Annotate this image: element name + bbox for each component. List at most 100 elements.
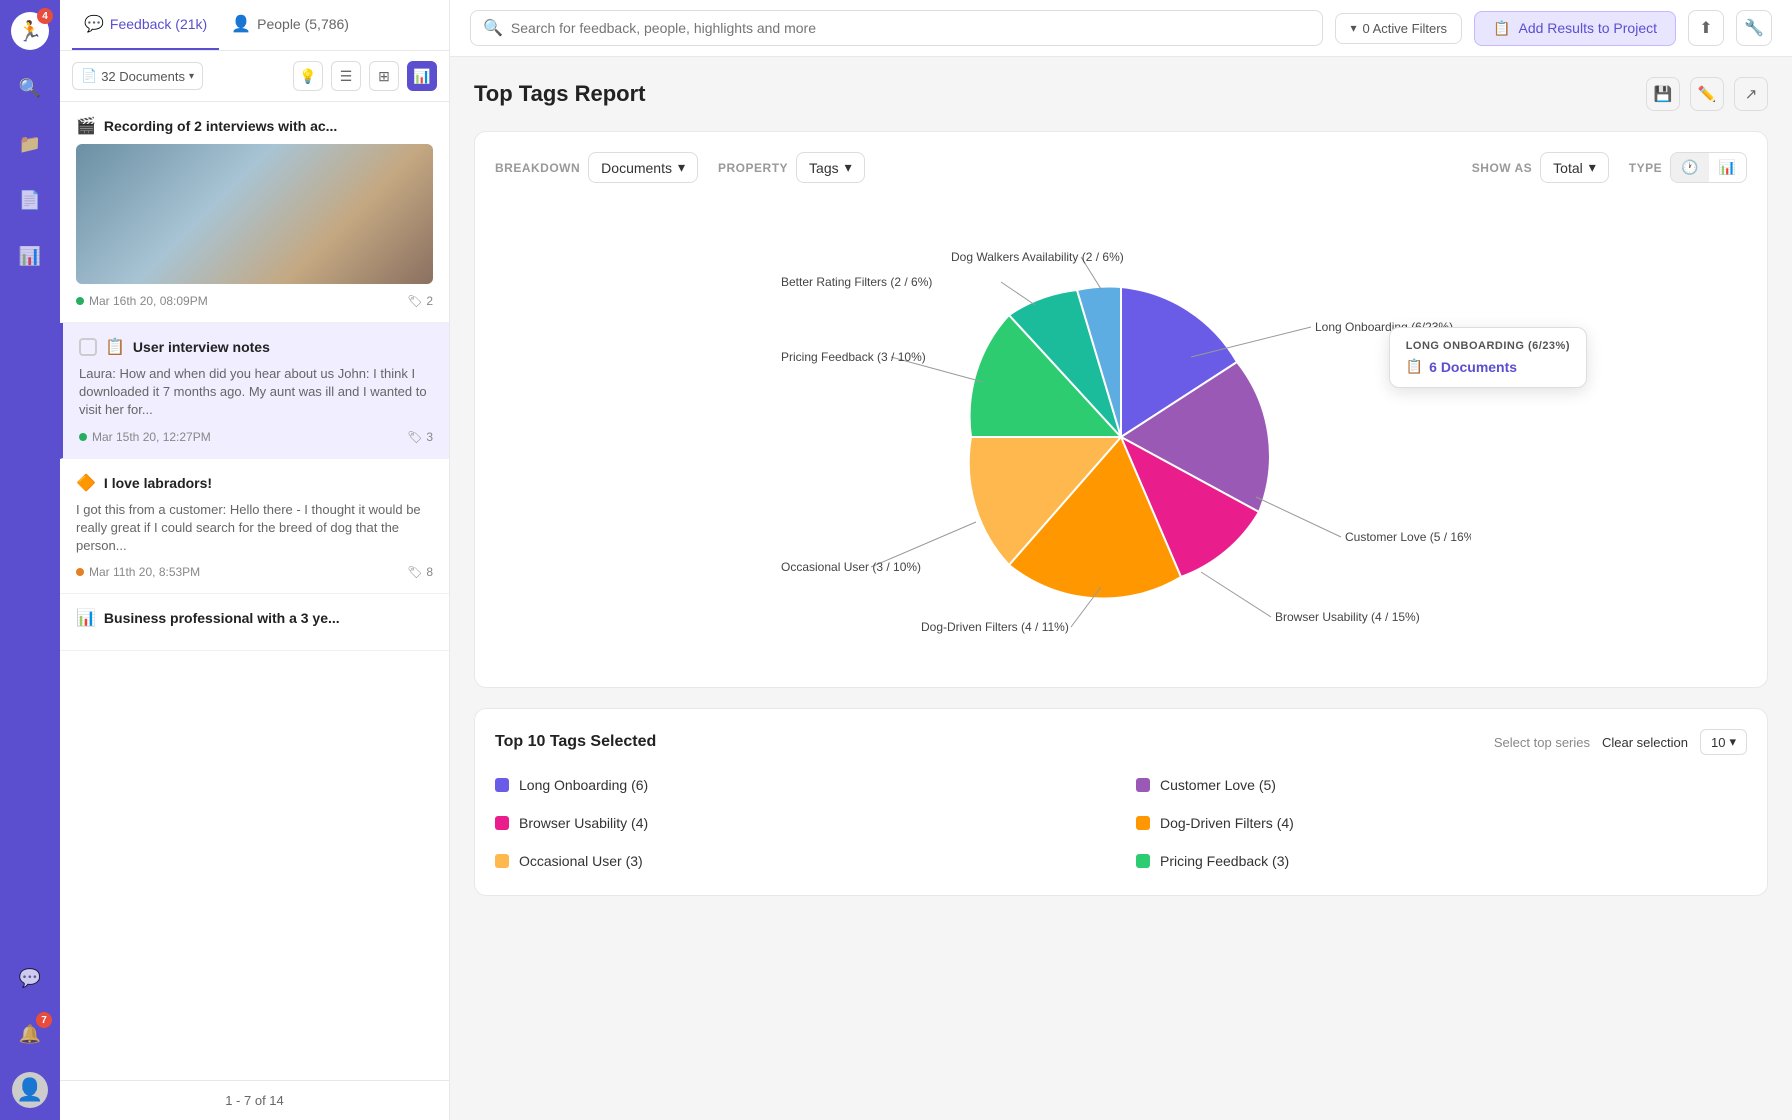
doc-count-chevron: ▾ <box>189 71 194 82</box>
type-group: TYPE 🕐 📊 <box>1629 152 1747 183</box>
item-checkbox[interactable] <box>79 338 97 356</box>
save-report-btn[interactable]: 💾 <box>1646 77 1680 111</box>
breakdown-chevron: ▾ <box>678 159 685 176</box>
nav-logo-badge: 4 <box>37 8 53 24</box>
tag-color <box>1136 854 1150 868</box>
type-pie-btn[interactable]: 🕐 <box>1671 153 1708 182</box>
pie-chart: Long Onboarding (6/23%) Customer Love (5… <box>771 227 1471 647</box>
tag-row: Dog-Driven Filters (4) <box>1136 809 1747 837</box>
settings-btn[interactable]: 🔧 <box>1736 10 1772 46</box>
tag-row: Occasional User (3) <box>495 847 1106 875</box>
report-area: Top Tags Report 💾 ✏️ ↗ BREAKDOWN Documen… <box>450 57 1792 1120</box>
left-nav: 🏃 4 🔍 📁 📄 📊 💬 🔔 7 👤 <box>0 0 60 1120</box>
svg-text:Browser Usability (4 / 15%): Browser Usability (4 / 15%) <box>1275 610 1420 624</box>
tag-color <box>1136 778 1150 792</box>
sidebar-toolbar: 📄 32 Documents ▾ 💡 ☰ ⊞ 📊 <box>60 51 449 102</box>
top-count-chevron: ▾ <box>1729 734 1736 750</box>
svg-text:Better Rating Filters (2 / 6%): Better Rating Filters (2 / 6%) <box>781 275 932 289</box>
tag-row: Browser Usability (4) <box>495 809 1106 837</box>
tag-name: Dog-Driven Filters (4) <box>1160 815 1294 831</box>
search-input[interactable] <box>511 20 1311 36</box>
item-icon-labs: 🔶 <box>76 473 96 493</box>
breakdown-select[interactable]: Documents ▾ <box>588 152 698 183</box>
property-select[interactable]: Tags ▾ <box>796 152 865 183</box>
tag-name: Browser Usability (4) <box>519 815 648 831</box>
view-highlight-btn[interactable]: 💡 <box>293 61 323 91</box>
doc-count-btn[interactable]: 📄 32 Documents ▾ <box>72 62 203 90</box>
show-as-group: SHOW AS Total ▾ <box>1472 152 1609 183</box>
nav-notification-wrap: 🔔 7 <box>12 1016 48 1052</box>
svg-text:Pricing Feedback (3 / 10%): Pricing Feedback (3 / 10%) <box>781 350 926 364</box>
tag-name: Occasional User (3) <box>519 853 643 869</box>
svg-text:Dog Walkers Availability (2 /: Dog Walkers Availability (2 / 6%) <box>951 250 1124 264</box>
report-header: Top Tags Report 💾 ✏️ ↗ <box>474 77 1768 111</box>
property-chevron: ▾ <box>845 159 852 176</box>
list-item[interactable]: 🔶 I love labradors! I got this from a cu… <box>60 459 449 595</box>
svg-text:Customer Love (5 / 16%): Customer Love (5 / 16%) <box>1345 530 1471 544</box>
top-count-select[interactable]: 10 ▾ <box>1700 729 1747 755</box>
item-body: I got this from a customer: Hello there … <box>76 501 433 556</box>
item-header: 📊 Business professional with a 3 ye... <box>76 608 433 628</box>
share-report-btn[interactable]: ↗ <box>1734 77 1768 111</box>
nav-folder-icon[interactable]: 📁 <box>12 126 48 162</box>
chart-controls: BREAKDOWN Documents ▾ PROPERTY Tags ▾ SH… <box>495 152 1747 183</box>
item-title: Business professional with a 3 ye... <box>104 610 433 626</box>
active-filters-btn[interactable]: ▾ 0 Active Filters <box>1335 13 1462 44</box>
edit-report-btn[interactable]: ✏️ <box>1690 77 1724 111</box>
tag-row: Long Onboarding (6) <box>495 771 1106 799</box>
status-dot <box>76 297 84 305</box>
pie-chart-container: Long Onboarding (6/23%) Customer Love (5… <box>495 207 1747 667</box>
item-body: Laura: How and when did you hear about u… <box>79 365 433 420</box>
property-group: PROPERTY Tags ▾ <box>718 152 865 183</box>
nav-feedback-icon[interactable]: 💬 <box>12 960 48 996</box>
tag-color <box>1136 816 1150 830</box>
tag-name: Customer Love (5) <box>1160 777 1276 793</box>
nav-document-icon[interactable]: 📄 <box>12 182 48 218</box>
tag-name: Pricing Feedback (3) <box>1160 853 1289 869</box>
nav-search-icon[interactable]: 🔍 <box>12 70 48 106</box>
tab-people[interactable]: 👤 People (5,786) <box>219 0 361 50</box>
table-actions: Select top series Clear selection 10 ▾ <box>1494 729 1747 755</box>
item-tags: 🏷 2 <box>407 294 433 308</box>
type-toggle: 🕐 📊 <box>1670 152 1747 183</box>
type-bar-btn[interactable]: 📊 <box>1709 153 1746 182</box>
property-label: PROPERTY <box>718 161 788 175</box>
table-title: Top 10 Tags Selected <box>495 733 656 751</box>
select-top-series-btn[interactable]: Select top series <box>1494 735 1590 750</box>
nav-avatar[interactable]: 👤 <box>12 1072 48 1108</box>
tab-feedback[interactable]: 💬 Feedback (21k) <box>72 0 219 50</box>
add-results-btn[interactable]: 📋 Add Results to Project <box>1474 11 1676 46</box>
list-item[interactable]: 📊 Business professional with a 3 ye... <box>60 594 449 651</box>
item-icon-recording: 🎬 <box>76 116 96 136</box>
view-grid-btn[interactable]: ⊞ <box>369 61 399 91</box>
item-tags: 🏷 3 <box>407 430 433 444</box>
item-date: Mar 15th 20, 12:27PM <box>79 430 211 444</box>
main-content: 🔍 ▾ 0 Active Filters 📋 Add Results to Pr… <box>450 0 1792 1120</box>
tag-name: Long Onboarding (6) <box>519 777 648 793</box>
view-list-btn[interactable]: ☰ <box>331 61 361 91</box>
tag-row: Customer Love (5) <box>1136 771 1747 799</box>
item-title: Recording of 2 interviews with ac... <box>104 118 433 134</box>
nav-chart-icon[interactable]: 📊 <box>12 238 48 274</box>
item-footer: Mar 15th 20, 12:27PM 🏷 3 <box>79 430 433 444</box>
item-title: User interview notes <box>133 339 433 355</box>
search-icon: 🔍 <box>483 18 503 38</box>
clear-selection-btn[interactable]: Clear selection <box>1602 735 1688 750</box>
item-header: 🔶 I love labradors! <box>76 473 433 493</box>
view-chart-btn[interactable]: 📊 <box>407 61 437 91</box>
list-item[interactable]: 🎬 Recording of 2 interviews with ac... M… <box>60 102 449 323</box>
tag-color <box>495 816 509 830</box>
item-header: 📋 User interview notes <box>79 337 433 357</box>
item-icon-notes: 📋 <box>105 337 125 357</box>
status-dot <box>76 568 84 576</box>
table-card: Top 10 Tags Selected Select top series C… <box>474 708 1768 896</box>
show-as-select[interactable]: Total ▾ <box>1540 152 1609 183</box>
item-date: Mar 11th 20, 8:53PM <box>76 565 200 579</box>
svg-text:Occasional User (3 / 10%): Occasional User (3 / 10%) <box>781 560 921 574</box>
upload-btn[interactable]: ⬆ <box>1688 10 1724 46</box>
nav-logo[interactable]: 🏃 4 <box>11 12 49 50</box>
list-item[interactable]: 📋 User interview notes Laura: How and wh… <box>60 323 449 459</box>
item-date: Mar 16th 20, 08:09PM <box>76 294 208 308</box>
type-label: TYPE <box>1629 161 1662 175</box>
breakdown-group: BREAKDOWN Documents ▾ <box>495 152 698 183</box>
